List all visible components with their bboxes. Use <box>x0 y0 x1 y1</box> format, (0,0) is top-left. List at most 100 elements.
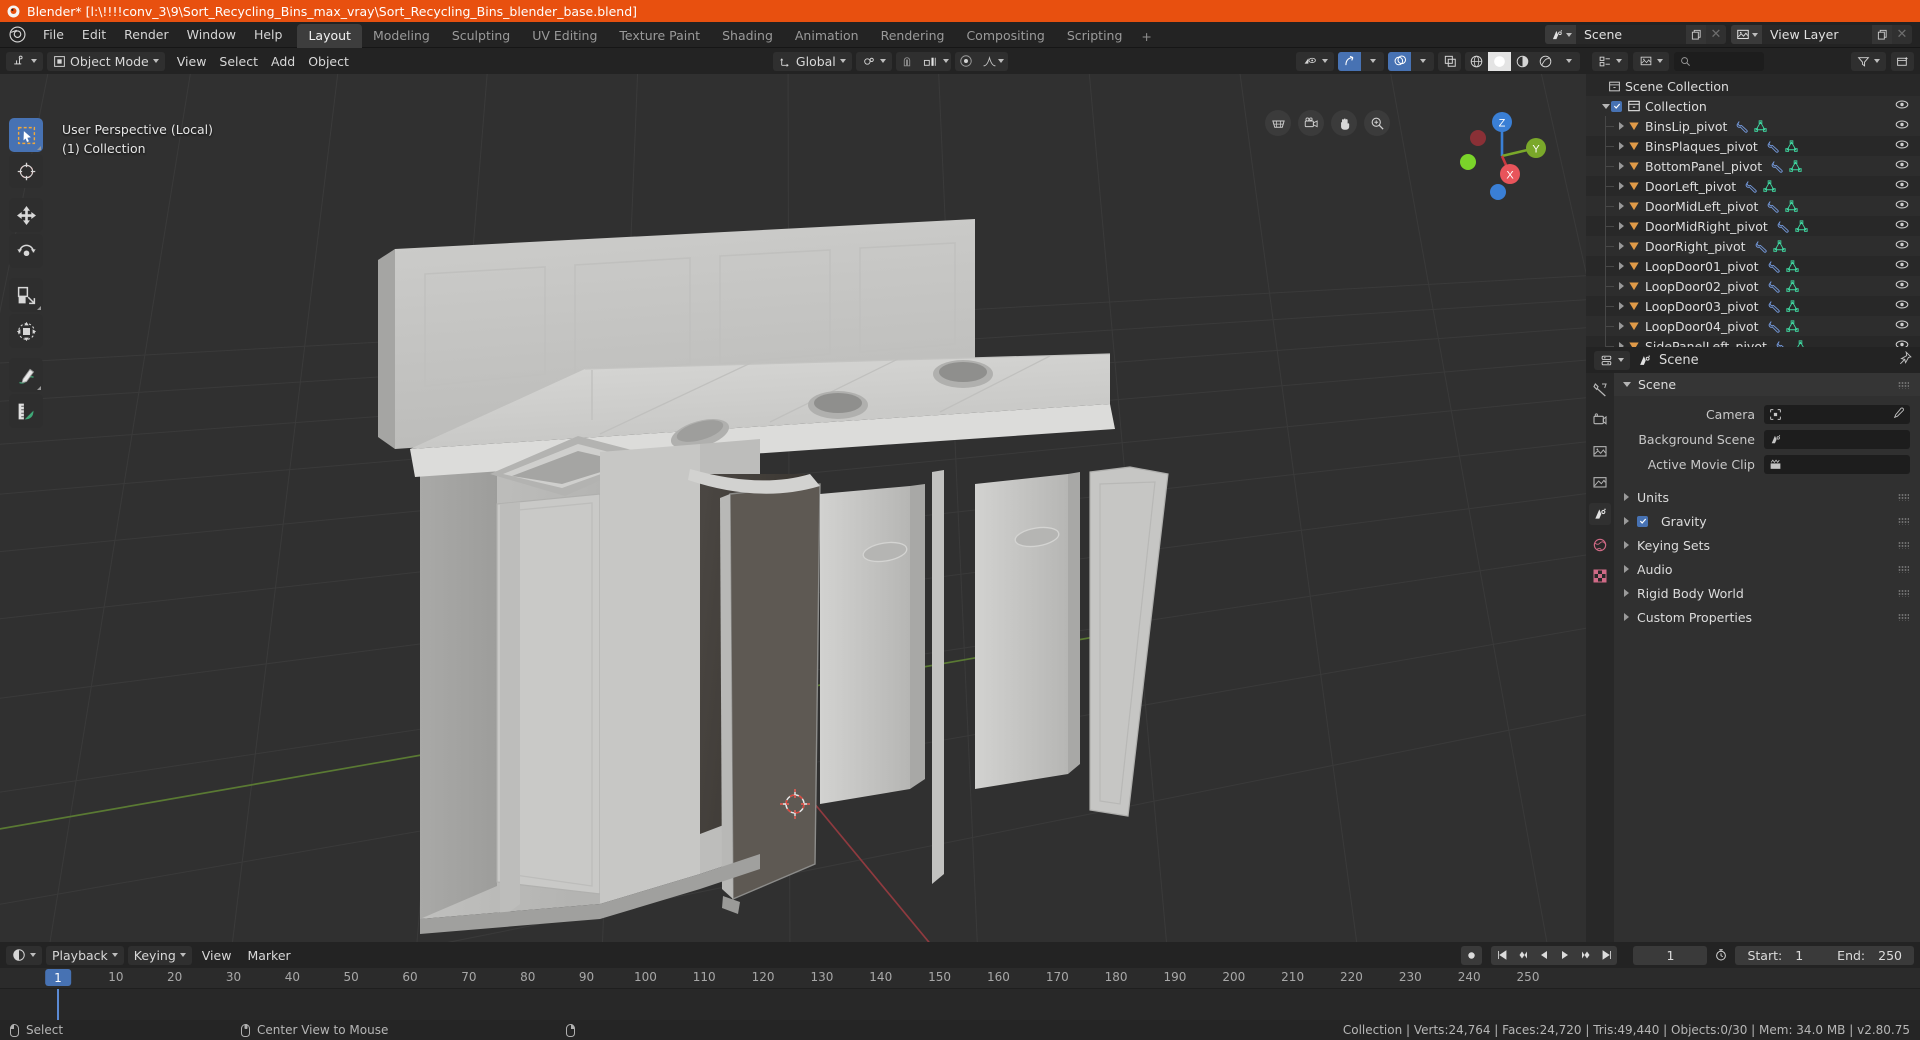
section-expand-arrow[interactable] <box>1624 493 1629 501</box>
modifier-icon[interactable] <box>1745 180 1758 193</box>
play-button[interactable] <box>1554 945 1576 965</box>
outliner-editor-type-selector[interactable] <box>1592 51 1628 71</box>
scene-panel-header[interactable]: Scene <box>1614 373 1920 396</box>
current-frame-field[interactable]: 1 <box>1633 945 1708 965</box>
menu-file[interactable]: File <box>34 22 73 47</box>
tab-rendering[interactable]: Rendering <box>870 24 956 48</box>
end-frame-value[interactable]: 250 <box>1878 948 1902 963</box>
modifier-icon[interactable] <box>1755 240 1768 253</box>
object-expand-arrow[interactable] <box>1616 342 1627 347</box>
active-movie-clip-field[interactable] <box>1764 455 1910 474</box>
start-frame-value[interactable]: 1 <box>1795 948 1803 963</box>
modifier-icon[interactable] <box>1767 200 1780 213</box>
next-keyframe-button[interactable] <box>1575 945 1597 965</box>
object-visibility-icon[interactable] <box>1895 159 1909 174</box>
properties-section-header[interactable]: Rigid Body World <box>1614 581 1920 605</box>
object-visibility-icon[interactable] <box>1895 319 1909 334</box>
timeline-menu-playback[interactable]: Playback <box>46 945 124 965</box>
snapping-group[interactable] <box>895 51 951 71</box>
object-expand-arrow[interactable] <box>1616 202 1627 210</box>
modifier-icon[interactable] <box>1768 300 1781 313</box>
proportional-edit-group[interactable] <box>954 51 1008 71</box>
section-expand-arrow[interactable] <box>1624 613 1629 621</box>
outliner-row-object[interactable]: BottomPanel_pivot <box>1586 156 1920 176</box>
mode-selector[interactable]: Object Mode <box>47 51 165 71</box>
object-visibility-icon[interactable] <box>1895 339 1909 347</box>
section-expand-arrow[interactable] <box>1624 541 1629 549</box>
modifier-icon[interactable] <box>1768 320 1781 333</box>
tab-view-layer-properties[interactable] <box>1589 472 1611 494</box>
viewport-menu-view[interactable]: View <box>171 52 213 71</box>
menu-window[interactable]: Window <box>178 22 245 47</box>
view-layer-name[interactable]: View Layer <box>1762 25 1872 44</box>
playhead-label[interactable]: 1 <box>45 969 71 986</box>
outliner-row-object[interactable]: LoopDoor02_pivot <box>1586 276 1920 296</box>
outliner-row-object[interactable]: BinsLip_pivot <box>1586 116 1920 136</box>
overlay-group[interactable] <box>1388 51 1434 71</box>
object-expand-arrow[interactable] <box>1616 282 1627 290</box>
properties-section-header[interactable]: Audio <box>1614 557 1920 581</box>
tab-compositing[interactable]: Compositing <box>955 24 1055 48</box>
timeline-menu-marker[interactable]: Marker <box>241 946 296 965</box>
outliner-row-object[interactable]: BinsPlaques_pivot <box>1586 136 1920 156</box>
outliner-new-collection-icon[interactable] <box>1891 51 1914 71</box>
object-visibility-icon[interactable] <box>1895 299 1909 314</box>
outliner-display-mode-selector[interactable] <box>1633 51 1669 71</box>
object-expand-arrow[interactable] <box>1616 262 1627 270</box>
object-expand-arrow[interactable] <box>1616 302 1627 310</box>
add-workspace-button[interactable]: + <box>1133 25 1159 48</box>
tab-texture-properties[interactable] <box>1589 565 1611 587</box>
collection-checkbox[interactable] <box>1611 100 1622 112</box>
section-checkbox[interactable] <box>1637 515 1648 527</box>
viewport-menu-select[interactable]: Select <box>213 52 264 71</box>
properties-section-header[interactable]: Gravity <box>1614 509 1920 533</box>
transform-orientation-selector[interactable]: Global <box>772 51 852 71</box>
modifier-icon[interactable] <box>1776 340 1789 348</box>
rotate-tool[interactable] <box>9 234 43 268</box>
cursor-tool[interactable] <box>9 154 43 188</box>
mesh-data-icon[interactable] <box>1795 219 1808 233</box>
object-expand-arrow[interactable] <box>1616 122 1627 130</box>
outliner-row-collection[interactable]: Collection <box>1586 96 1920 116</box>
falloff-curve-icon[interactable] <box>978 52 1008 71</box>
object-expand-arrow[interactable] <box>1616 222 1627 230</box>
zoom-view-icon[interactable] <box>1364 110 1390 136</box>
mesh-data-icon[interactable] <box>1785 299 1799 313</box>
pan-view-icon[interactable] <box>1331 110 1357 136</box>
object-visibility-icon[interactable] <box>1895 219 1909 234</box>
properties-section-header[interactable]: Keying Sets <box>1614 533 1920 557</box>
measure-tool[interactable] <box>9 394 43 428</box>
camera-field[interactable] <box>1764 405 1910 424</box>
viewport-menu-add[interactable]: Add <box>265 52 301 71</box>
outliner-row-object[interactable]: DoorMidRight_pivot <box>1586 216 1920 236</box>
previous-keyframe-button[interactable] <box>1512 945 1534 965</box>
modifier-icon[interactable] <box>1777 220 1790 233</box>
tab-texture-paint[interactable]: Texture Paint <box>608 24 711 48</box>
shading-options-caret[interactable] <box>1557 52 1580 71</box>
tab-animation[interactable]: Animation <box>784 24 870 48</box>
object-expand-arrow[interactable] <box>1616 242 1627 250</box>
viewport-3d[interactable]: Object Mode View Select Add Object Globa… <box>0 48 1586 942</box>
mesh-data-icon[interactable] <box>1785 319 1799 333</box>
viewport-menu-object[interactable]: Object <box>302 52 355 71</box>
object-visibility-icon[interactable] <box>1895 179 1909 194</box>
properties-pin-icon[interactable] <box>1898 350 1912 369</box>
material-preview-shading-icon[interactable] <box>1511 52 1534 71</box>
section-expand-arrow[interactable] <box>1624 565 1629 573</box>
viewport-canvas[interactable]: User Perspective (Local) (1) Collection <box>0 74 1586 942</box>
tab-shading[interactable]: Shading <box>711 24 784 48</box>
menu-help[interactable]: Help <box>245 22 292 47</box>
play-reverse-button[interactable] <box>1533 945 1555 965</box>
properties-section-header[interactable]: Custom Properties <box>1614 605 1920 629</box>
outliner-row-object[interactable]: DoorRight_pivot <box>1586 236 1920 256</box>
mesh-data-icon[interactable] <box>1785 139 1798 153</box>
properties-editor-type-selector[interactable] <box>1594 350 1630 370</box>
grid-toggle-icon[interactable] <box>1265 110 1291 136</box>
mesh-data-icon[interactable] <box>1785 259 1799 273</box>
view-layer-browse-icon[interactable] <box>1731 25 1762 44</box>
auto-keying-button[interactable] <box>1461 945 1483 965</box>
properties-section-header[interactable]: Units <box>1614 485 1920 509</box>
object-visibility-icon[interactable] <box>1895 199 1909 214</box>
outliner-row-object[interactable]: LoopDoor03_pivot <box>1586 296 1920 316</box>
collection-visibility-icon[interactable] <box>1895 99 1909 114</box>
